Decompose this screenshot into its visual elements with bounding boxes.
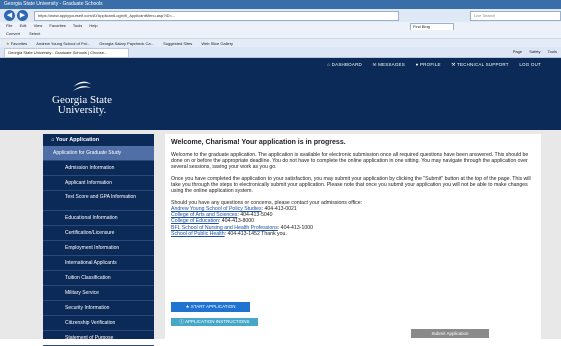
nav-messages-label: MESSAGES: [378, 62, 405, 67]
university-logo: Georgia State University.: [52, 78, 112, 116]
contact-link[interactable]: Andrew Young School of Policy Studies: [171, 206, 262, 212]
nav-messages[interactable]: ✉ MESSAGES: [373, 62, 405, 68]
sidebar-item-application[interactable]: Application for Graduate Study: [43, 146, 154, 161]
browser-title: Georgia State University - Graduate Scho…: [4, 1, 103, 7]
contact-phone: : 404-413-5040: [237, 212, 273, 219]
menu-edit[interactable]: Edit: [20, 23, 27, 28]
tab-bar: Georgia State University - Graduate Scho…: [0, 47, 561, 58]
convert-toolbar: Convert Select: [0, 30, 561, 38]
favorite-link[interactable]: Andrew Young School of Pol...: [36, 41, 90, 46]
application-instructions-button[interactable]: ⓘ APPLICATION INSTRUCTIONS: [171, 318, 258, 326]
url-input[interactable]: https://www.applyyourself.com/AYApplican…: [34, 11, 399, 21]
nav-support-label: TECHNICAL SUPPORT: [457, 62, 509, 67]
contact-link[interactable]: College of Education: [171, 218, 219, 224]
sidebar-item-employment[interactable]: Employment Information: [43, 241, 154, 256]
application-sidebar: ⌂ Your Application Application for Gradu…: [43, 134, 154, 346]
web-page: ⌂ DASHBOARD ✉ MESSAGES ● PROFILE ⚒ TECHN…: [0, 58, 561, 346]
address-bar: ◀ ▶ https://www.applyyourself.com/AYAppl…: [0, 9, 561, 23]
contact-phone: : 404-413-0021: [261, 206, 297, 212]
nav-profile-label: PROFILE: [419, 62, 441, 67]
page-title: Welcome, Charisma! Your application is i…: [171, 139, 346, 146]
menu-favorites[interactable]: Favorites: [49, 23, 65, 28]
submit-application-button[interactable]: Submit Application: [411, 329, 489, 338]
sidebar-item-military[interactable]: Military Service: [43, 286, 154, 301]
sidebar-item-certification[interactable]: Certification/Licensure: [43, 226, 154, 241]
menu-file[interactable]: File: [6, 23, 12, 28]
intro-paragraph: Welcome to the graduate application. The…: [171, 152, 529, 170]
tools-menu[interactable]: Tools: [548, 49, 557, 54]
contact-phone: : 404-413-1000: [277, 224, 313, 231]
nav-dashboard[interactable]: ⌂ DASHBOARD: [327, 62, 362, 67]
sidebar-item-tuition[interactable]: Tuition Classification: [43, 271, 154, 286]
nav-dashboard-label: DASHBOARD: [331, 62, 362, 67]
menu-tools[interactable]: Tools: [73, 23, 82, 28]
sidebar-item-applicant[interactable]: Applicant Information: [43, 176, 154, 191]
select-button[interactable]: Select: [29, 31, 40, 36]
home-icon: ⌂: [51, 137, 55, 143]
favorite-link[interactable]: Suggested Sites: [163, 41, 192, 46]
contact-link[interactable]: BFL School of Nursing and Health Profess…: [171, 225, 278, 231]
contact-link[interactable]: College of Arts and Sciences: [171, 212, 237, 218]
browser-tab[interactable]: Georgia State University - Graduate Scho…: [4, 48, 129, 58]
contact-list: Andrew Young School of Policy Studies: 4…: [171, 206, 535, 237]
back-icon[interactable]: ◀: [4, 10, 15, 21]
star-icon: ★: [185, 304, 190, 309]
favorite-link[interactable]: Georgia Salary Paycheck Ca...: [99, 41, 154, 46]
instructions-label: APPLICATION INSTRUCTIONS: [185, 319, 250, 324]
sidebar-heading: ⌂ Your Application: [43, 134, 154, 146]
sidebar-item-security[interactable]: Security Information: [43, 301, 154, 316]
menu-bar: File Edit View Favorites Tools Help Find…: [0, 22, 561, 31]
sidebar-item-international[interactable]: International Applicants: [43, 256, 154, 271]
sidebar-item-admission[interactable]: Admission Information: [43, 161, 154, 176]
menu-view[interactable]: View: [34, 23, 43, 28]
info-icon: ⓘ: [179, 319, 185, 324]
main-content: Welcome, Charisma! Your application is i…: [165, 134, 541, 339]
sidebar-item-test-scores[interactable]: Test Score and GPA Information: [43, 191, 154, 211]
favorites-button[interactable]: Favorites: [11, 41, 27, 46]
menu-help[interactable]: Help: [89, 23, 97, 28]
favorite-link[interactable]: Web Slice Gallery: [201, 41, 233, 46]
contact-item: School of Public Health: 404-413-1452 Th…: [171, 231, 535, 237]
site-header: ⌂ DASHBOARD ✉ MESSAGES ● PROFILE ⚒ TECHN…: [0, 58, 561, 130]
nav-logout[interactable]: LOG OUT: [519, 62, 541, 67]
sidebar-item-education[interactable]: Educational Information: [43, 211, 154, 226]
contact-phone: : 404-413-1452 Thank you.: [224, 230, 287, 237]
flame-logo-icon: [73, 81, 91, 91]
logo-line-2: University.: [57, 104, 107, 116]
contact-phone: : 404-413-8000: [218, 218, 255, 225]
contact-link[interactable]: School of Public Health: [171, 231, 225, 237]
browser-titlebar: Georgia State University - Graduate Scho…: [0, 0, 561, 9]
nav-profile[interactable]: ● PROFILE: [416, 62, 441, 67]
sidebar-item-citizenship[interactable]: Citizenship Verification: [43, 316, 154, 331]
nav-technical-support[interactable]: ⚒ TECHNICAL SUPPORT: [451, 62, 508, 68]
favorites-star-icon[interactable]: ★: [6, 41, 10, 46]
safety-menu[interactable]: Safety: [529, 49, 540, 54]
start-application-label: START APPLICATION: [190, 304, 236, 309]
top-navigation: ⌂ DASHBOARD ✉ MESSAGES ● PROFILE ⚒ TECHN…: [318, 62, 541, 68]
search-input[interactable]: Live Search: [470, 11, 561, 21]
sidebar-heading-label: Your Application: [55, 137, 100, 143]
page-menu[interactable]: Page: [513, 49, 522, 54]
submit-paragraph: Once you have completed the application …: [171, 176, 531, 194]
command-bar: Page Safety Tools: [513, 49, 557, 55]
start-application-button[interactable]: ★ START APPLICATION: [171, 302, 250, 312]
forward-icon[interactable]: ▶: [17, 10, 28, 21]
convert-button[interactable]: Convert: [6, 31, 20, 36]
